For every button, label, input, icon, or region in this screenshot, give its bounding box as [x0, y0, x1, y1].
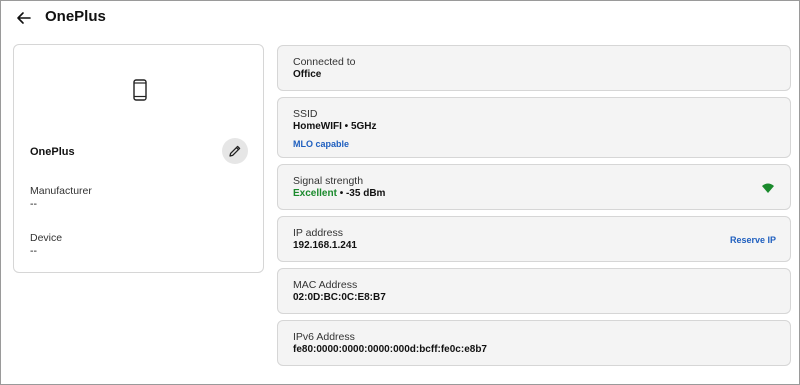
ipv6-address-value: fe80:0000:0000:0000:000d:bcff:fe0c:e8b7	[293, 344, 487, 355]
ssid-value: HomeWIFI • 5GHz	[293, 121, 377, 132]
connected-to-value: Office	[293, 69, 322, 80]
mac-address-value: 02:0D:BC:0C:E8:B7	[293, 292, 386, 303]
device-value: --	[30, 245, 37, 257]
connected-to-label: Connected to	[293, 56, 356, 68]
ipv6-address-label: IPv6 Address	[293, 331, 355, 343]
connected-to-card: Connected to Office	[277, 45, 791, 91]
mac-address-label: MAC Address	[293, 279, 358, 291]
ipv6-address-card: IPv6 Address fe80:0000:0000:0000:000d:bc…	[277, 320, 791, 366]
back-button[interactable]	[14, 8, 34, 28]
manufacturer-value: --	[30, 198, 37, 210]
ip-address-label: IP address	[293, 227, 344, 239]
ip-address-card: IP address 192.168.1.241 Reserve IP	[277, 216, 791, 262]
ip-address-value: 192.168.1.241	[293, 240, 357, 251]
ssid-card: SSID HomeWIFI • 5GHz MLO capable	[277, 97, 791, 158]
page-title: OnePlus	[45, 8, 106, 25]
pencil-icon	[229, 145, 241, 157]
signal-quality: Excellent	[293, 188, 337, 199]
mac-address-card: MAC Address 02:0D:BC:0C:E8:B7	[277, 268, 791, 314]
wifi-signal-icon	[762, 183, 774, 193]
signal-strength-label: Signal strength	[293, 175, 364, 187]
reserve-ip-link[interactable]: Reserve IP	[730, 235, 776, 245]
signal-strength-card: Signal strength Excellent • -35 dBm	[277, 164, 791, 210]
signal-dbm: • -35 dBm	[336, 188, 386, 199]
header: OnePlus	[0, 0, 800, 36]
mlo-capable-link[interactable]: MLO capable	[293, 139, 349, 149]
back-arrow-icon	[17, 12, 31, 24]
smartphone-icon	[133, 79, 147, 101]
signal-strength-value: Excellent • -35 dBm	[293, 188, 385, 199]
manufacturer-label: Manufacturer	[30, 185, 92, 197]
ssid-label: SSID	[293, 108, 318, 120]
device-name: OnePlus	[30, 146, 75, 158]
edit-name-button[interactable]	[222, 138, 248, 164]
device-label: Device	[30, 232, 63, 244]
device-card: OnePlus Manufacturer -- Device --	[13, 44, 264, 273]
